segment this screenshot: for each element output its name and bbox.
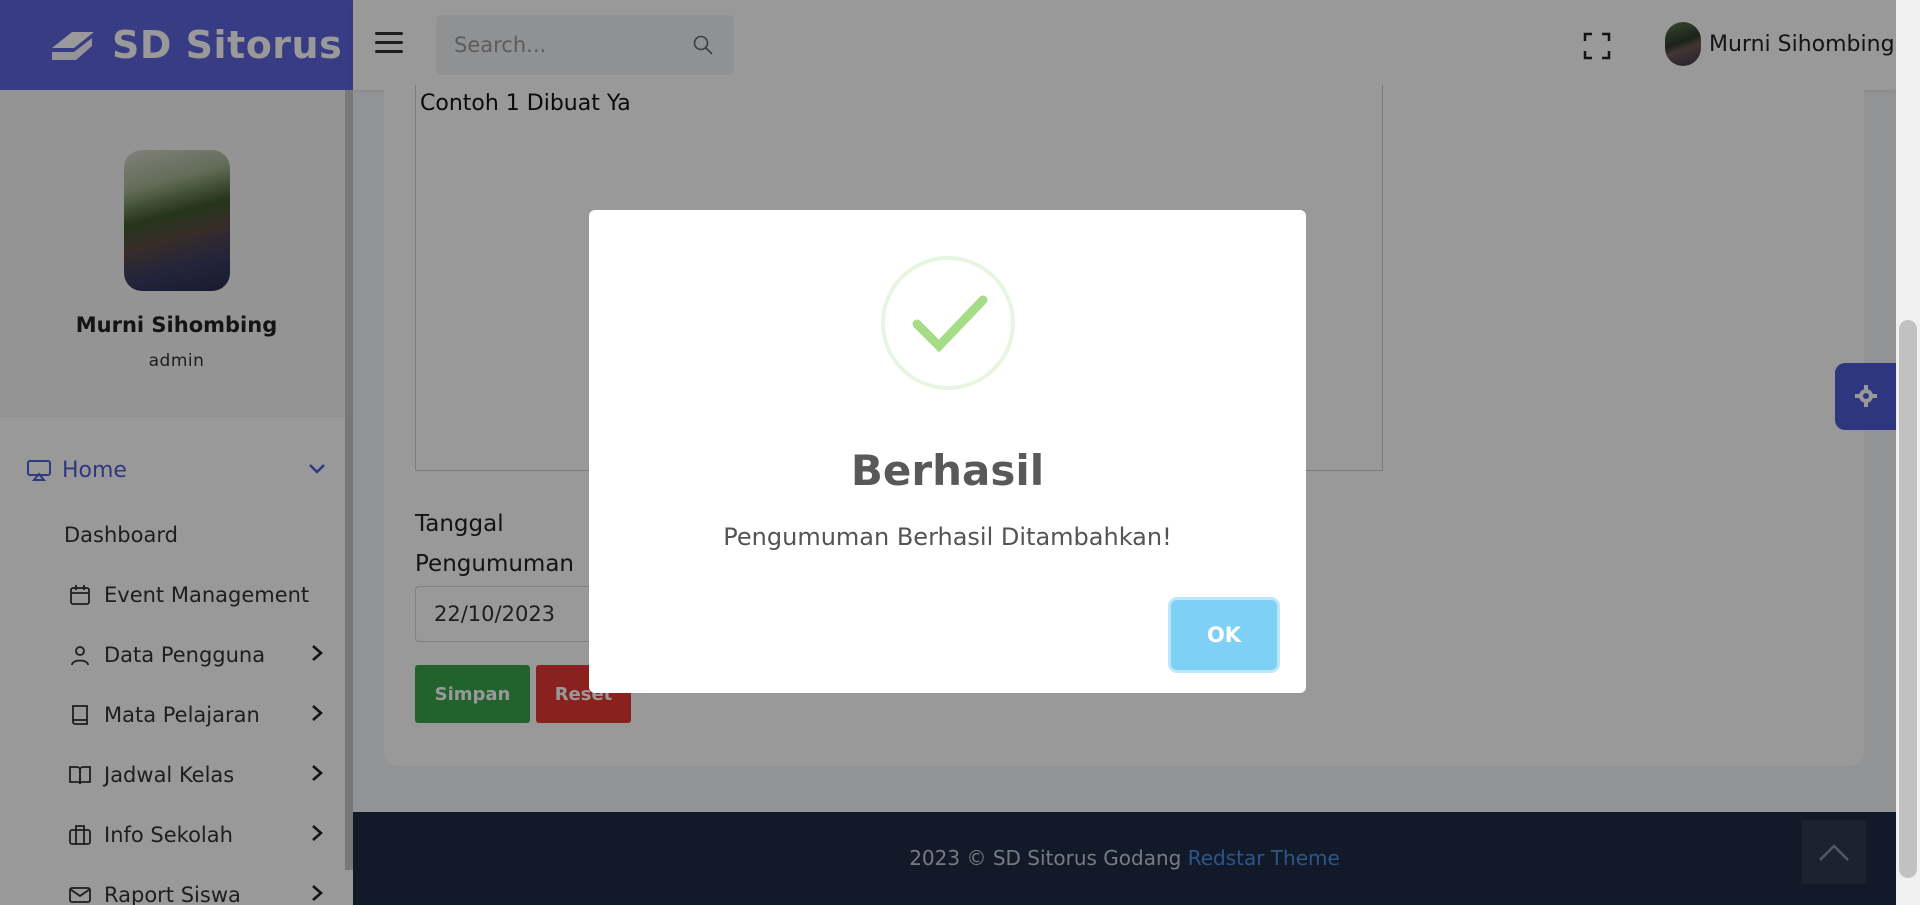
success-check-icon [881,256,1015,390]
ok-button[interactable]: OK [1171,600,1277,670]
page-scrollbar[interactable] [1896,0,1920,905]
modal-message: Pengumuman Berhasil Ditambahkan! [723,523,1172,551]
page-scrollbar-thumb[interactable] [1899,320,1917,878]
modal-title: Berhasil [850,446,1045,495]
success-modal: Berhasil Pengumuman Berhasil Ditambahkan… [589,210,1306,693]
